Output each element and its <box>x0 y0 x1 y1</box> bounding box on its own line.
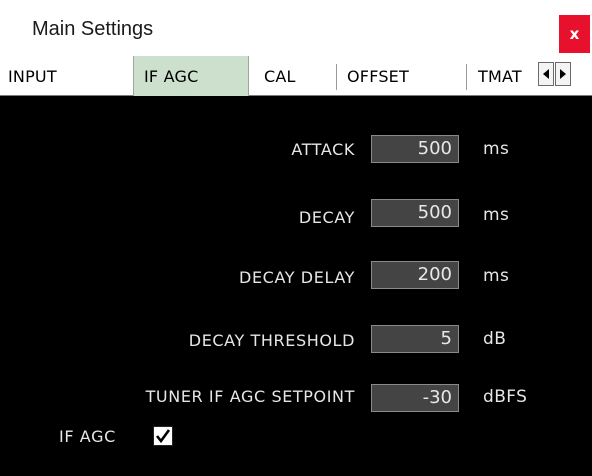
tab-label: CAL <box>264 67 296 86</box>
decay-unit: ms <box>483 205 510 225</box>
tab-cal[interactable]: CAL <box>256 58 334 95</box>
tab-tmat[interactable]: TMAT <box>468 58 537 95</box>
decay-input[interactable]: 500 <box>371 199 459 227</box>
decay-delay-input[interactable]: 200 <box>371 261 459 289</box>
tab-input[interactable]: INPUT <box>0 58 124 95</box>
tab-separator <box>336 64 337 90</box>
left-arrow-icon <box>543 69 549 79</box>
decay-delay-unit: ms <box>483 266 510 286</box>
tab-label: TMAT <box>478 67 522 86</box>
right-arrow-icon <box>560 69 566 79</box>
tab-label: IF AGC <box>144 66 199 86</box>
decay-threshold-input[interactable]: 5 <box>371 325 459 353</box>
check-icon <box>155 429 171 444</box>
decay-threshold-label: DECAY THRESHOLD <box>188 331 355 350</box>
tuner-setpoint-input[interactable]: -30 <box>371 384 459 412</box>
tab-offset[interactable]: OFFSET <box>338 58 464 95</box>
decay-label: DECAY <box>298 208 355 227</box>
window-title: Main Settings <box>32 18 154 40</box>
tab-if-agc[interactable]: IF AGC <box>133 56 249 96</box>
tab-separator <box>466 64 467 90</box>
decay-delay-label: DECAY DELAY <box>239 268 355 287</box>
attack-unit: ms <box>483 139 510 159</box>
tuner-setpoint-label: TUNER IF AGC SETPOINT <box>145 387 355 406</box>
tab-bar: INPUT IF AGC CAL OFFSET TMAT <box>0 56 592 96</box>
title-bar[interactable]: Main Settings x <box>0 0 592 58</box>
attack-input[interactable]: 500 <box>371 135 459 163</box>
tab-label: OFFSET <box>347 67 409 86</box>
tab-scroll-right-button[interactable] <box>555 62 571 86</box>
decay-threshold-unit: dB <box>483 329 507 349</box>
if-agc-checkbox[interactable] <box>153 426 173 446</box>
tuner-setpoint-unit: dBFS <box>483 387 528 407</box>
tab-label: INPUT <box>8 67 57 86</box>
tab-scroll-left-button[interactable] <box>538 62 554 86</box>
main-settings-window: Main Settings x INPUT IF AGC CAL OFFSET … <box>0 0 592 476</box>
attack-label: ATTACK <box>291 140 355 159</box>
close-button[interactable]: x <box>559 15 590 53</box>
if-agc-checkbox-label: IF AGC <box>59 427 116 446</box>
